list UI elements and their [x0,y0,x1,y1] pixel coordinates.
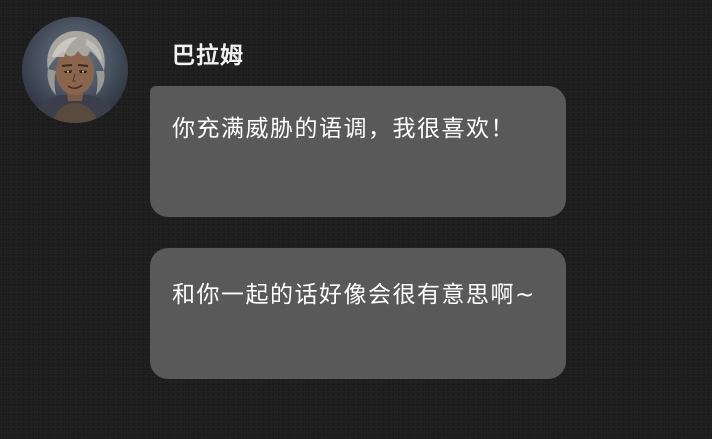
sender-name: 巴拉姆 [172,43,244,69]
character-portrait-icon [22,17,128,123]
message-text: 你充满威胁的语调，我很喜欢！ [172,116,515,142]
chat-thread: 巴拉姆 你充满威胁的语调，我很喜欢！ 和你一起的话好像会很有意思啊~ [0,0,712,439]
message-bubble[interactable]: 和你一起的话好像会很有意思啊~ [150,248,566,379]
message-bubble[interactable]: 你充满威胁的语调，我很喜欢！ [150,86,566,217]
sender-avatar[interactable] [22,17,128,123]
message-text: 和你一起的话好像会很有意思啊~ [172,282,536,308]
